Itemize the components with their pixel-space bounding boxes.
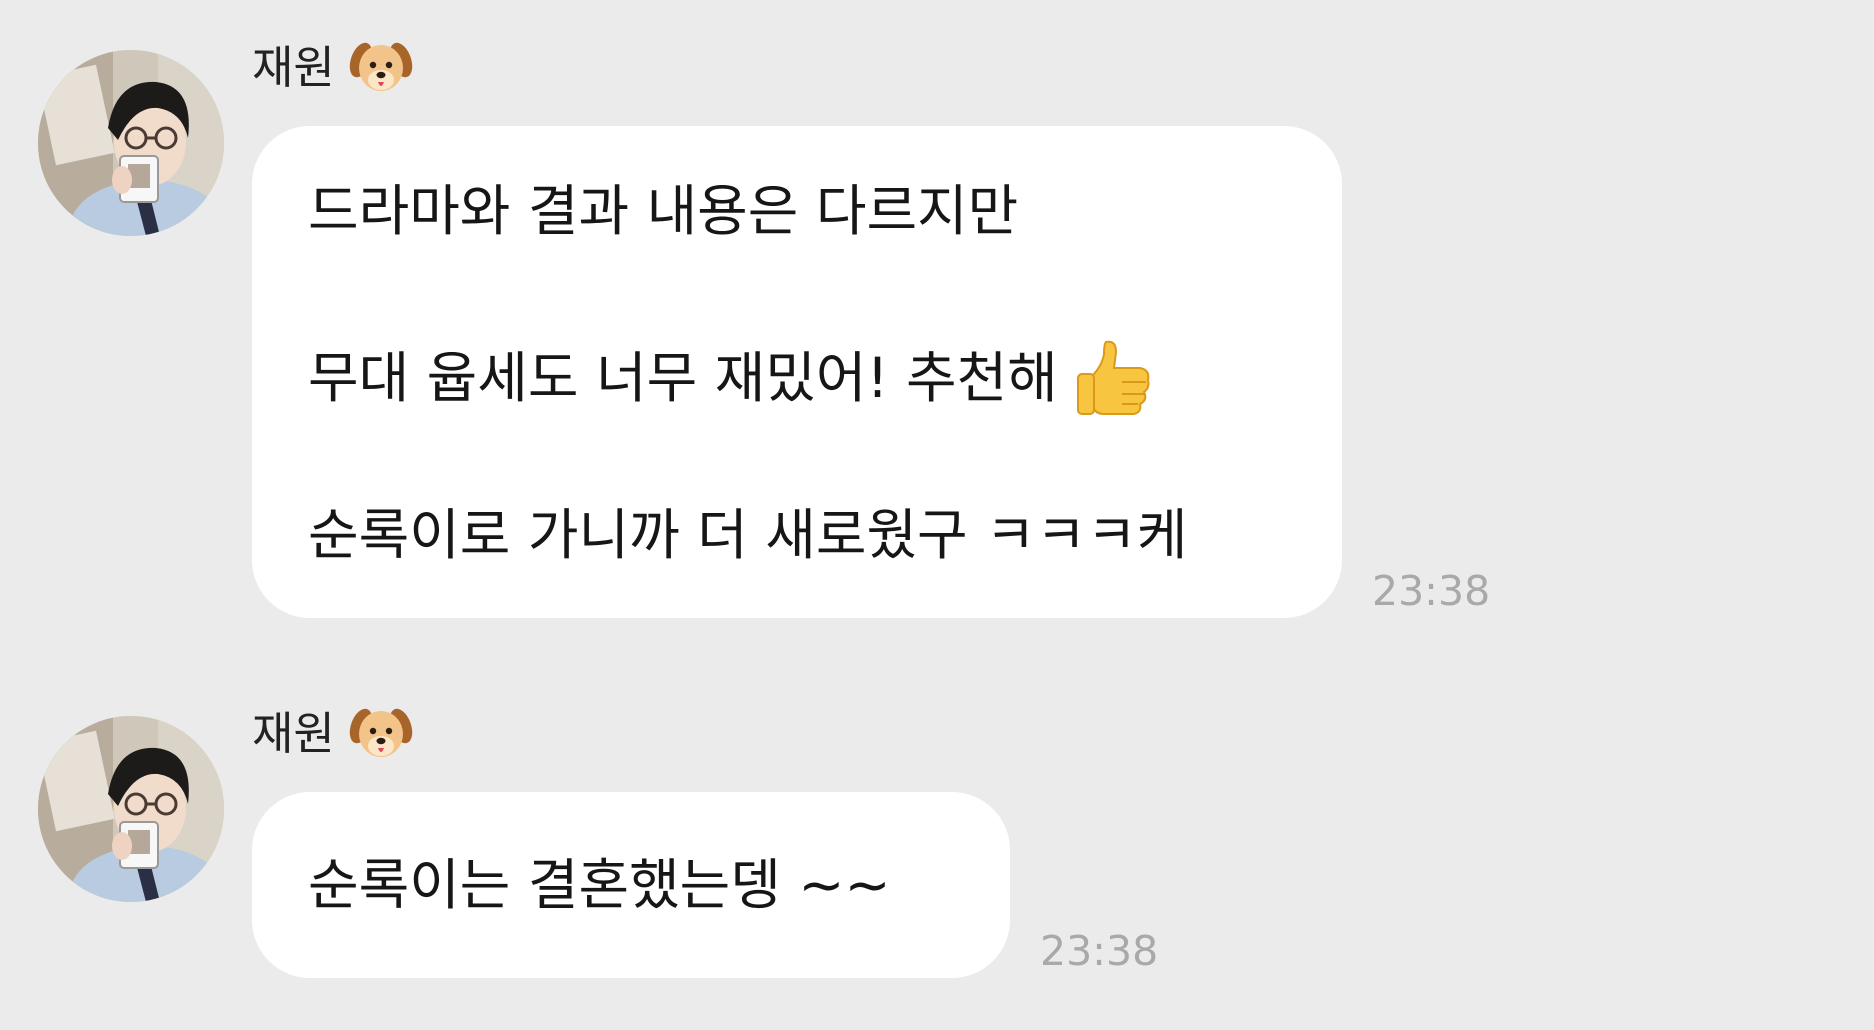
message-text-line: 무대 윱세도 너무 재밌어! 추천해 bbox=[308, 338, 1154, 418]
message-bubble[interactable]: 드라마와 결과 내용은 다르지만 무대 윱세도 너무 재밌어! 추천해 순록이로… bbox=[252, 126, 1342, 618]
message-timestamp: 23:38 bbox=[1040, 927, 1159, 975]
dog-face-icon bbox=[349, 40, 413, 96]
sender-name: 재원 bbox=[252, 41, 335, 94]
message-text-line: 순록이로 가니까 더 새로웠구 ㅋㅋㅋ케 bbox=[308, 503, 1188, 567]
message-timestamp: 23:38 bbox=[1372, 567, 1491, 615]
sender-header: 재원 bbox=[252, 706, 413, 762]
message-text-line: 드라마와 결과 내용은 다르지만 bbox=[308, 179, 1019, 243]
thumbs-up-icon bbox=[1076, 338, 1154, 418]
dog-face-icon bbox=[349, 706, 413, 762]
message-text-line: 순록이는 결혼했는뎅 ~~ bbox=[308, 853, 891, 917]
avatar-photo bbox=[38, 716, 224, 902]
sender-name: 재원 bbox=[252, 707, 335, 760]
avatar-photo bbox=[38, 50, 224, 236]
avatar[interactable] bbox=[38, 50, 224, 236]
chat-view: 재원 드라마와 결과 내용은 다르지만 무대 윱세도 너무 재밌어! 추천해 순… bbox=[0, 0, 1874, 1030]
avatar[interactable] bbox=[38, 716, 224, 902]
sender-header: 재원 bbox=[252, 40, 413, 96]
message-bubble[interactable]: 순록이는 결혼했는뎅 ~~ bbox=[252, 792, 1010, 978]
